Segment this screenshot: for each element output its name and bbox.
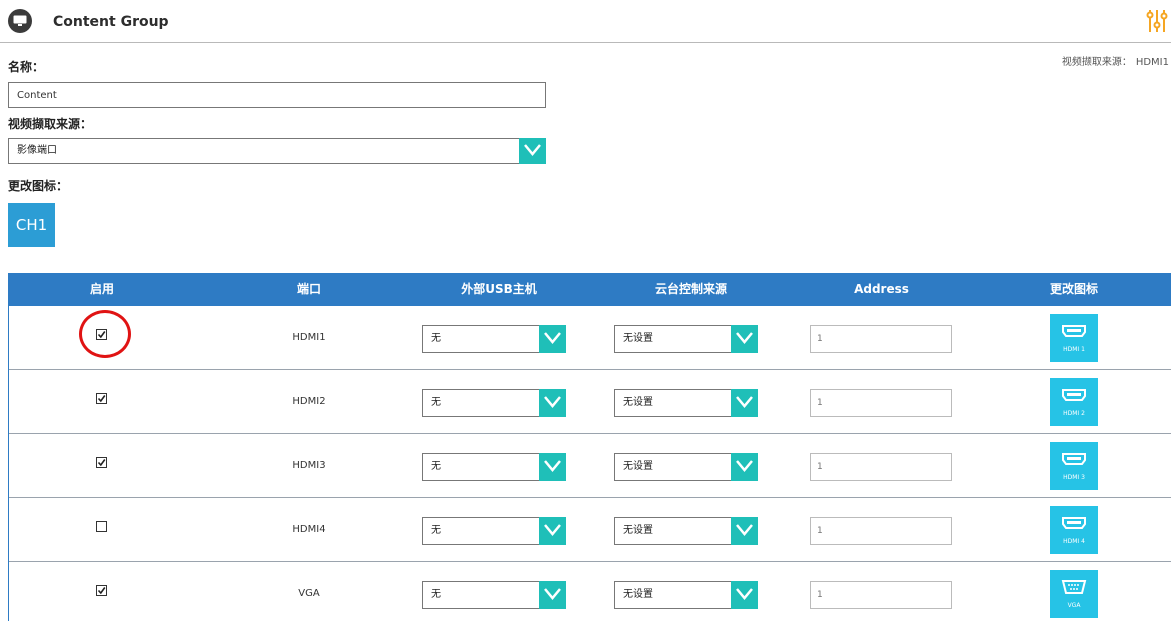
ptz-source-value: 无设置 <box>623 525 653 536</box>
ptz-source-select[interactable]: 无设置 <box>614 453 758 481</box>
port-icon-label: HDMI 4 <box>1063 538 1085 545</box>
ptz-source-select[interactable]: 无设置 <box>614 581 758 609</box>
channel-icon-button[interactable]: CH1 <box>8 203 55 247</box>
port-icon-button[interactable]: HDMI 4 <box>1050 506 1098 554</box>
usb-host-value: 无 <box>431 589 441 600</box>
usb-host-value: 无 <box>431 397 441 408</box>
chevron-down-icon[interactable] <box>731 389 758 417</box>
usb-host-value: 无 <box>431 525 441 536</box>
table-row: VGA 无 无设置 VGA <box>9 562 1171 621</box>
port-icon-label: HDMI 3 <box>1063 474 1085 481</box>
video-source-label: 视频撷取来源： <box>8 117 93 131</box>
ptz-source-value: 无设置 <box>623 461 653 472</box>
table-header: 启用 端口 外部USB主机 云台控制来源 Address 更改图标 <box>9 273 1171 306</box>
chevron-down-icon[interactable] <box>731 325 758 353</box>
monitor-icon <box>8 9 32 33</box>
chevron-down-icon[interactable] <box>539 453 566 481</box>
video-source-info-label: 视频撷取来源： <box>1061 57 1132 68</box>
chevron-down-icon[interactable] <box>539 389 566 417</box>
chevron-down-icon[interactable] <box>519 138 546 164</box>
video-source-info-value: HDMI1 <box>1135 57 1169 68</box>
ptz-source-select[interactable]: 无设置 <box>614 325 758 353</box>
video-source-value: 影像端口 <box>17 145 57 156</box>
enable-checkbox[interactable] <box>96 521 107 532</box>
table-body: HDMI1 无 无设置 HDMI 1 HDMI2 无 无 <box>9 306 1171 621</box>
video-source-select[interactable]: 影像端口 <box>8 138 546 164</box>
usb-host-value: 无 <box>431 461 441 472</box>
port-table: 启用 端口 外部USB主机 云台控制来源 Address 更改图标 HDMI1 … <box>8 273 1171 621</box>
port-name: HDMI2 <box>292 396 326 407</box>
address-input[interactable] <box>810 389 952 417</box>
address-input[interactable] <box>810 325 952 353</box>
port-name: HDMI3 <box>292 460 326 471</box>
ptz-source-value: 无设置 <box>623 397 653 408</box>
usb-host-select[interactable]: 无 <box>422 453 566 481</box>
table-row: HDMI4 无 无设置 HDMI 4 <box>9 498 1171 562</box>
address-input[interactable] <box>810 517 952 545</box>
enable-checkbox[interactable] <box>96 585 107 596</box>
sliders-icon[interactable] <box>1146 8 1168 34</box>
change-icon-label: 更改图标： <box>8 179 69 193</box>
chevron-down-icon[interactable] <box>539 517 566 545</box>
column-header-enable: 启用 <box>89 282 114 296</box>
ptz-source-value: 无设置 <box>623 333 653 344</box>
name-label: 名称： <box>8 60 45 74</box>
table-row: HDMI1 无 无设置 HDMI 1 <box>9 306 1171 370</box>
highlight-circle <box>79 310 131 358</box>
enable-checkbox[interactable] <box>96 457 107 468</box>
port-icon-button[interactable]: HDMI 2 <box>1050 378 1098 426</box>
port-icon-label: HDMI 1 <box>1063 346 1085 353</box>
port-icon-button[interactable]: HDMI 1 <box>1050 314 1098 362</box>
column-header-ptz-source: 云台控制来源 <box>654 282 727 296</box>
chevron-down-icon[interactable] <box>731 581 758 609</box>
app-header: Content Group <box>0 0 1171 43</box>
usb-host-value: 无 <box>431 333 441 344</box>
column-header-usb-host: 外部USB主机 <box>461 282 537 296</box>
usb-host-select[interactable]: 无 <box>422 517 566 545</box>
usb-host-select[interactable]: 无 <box>422 325 566 353</box>
column-header-port: 端口 <box>296 282 321 296</box>
address-input[interactable] <box>810 581 952 609</box>
port-icon-button[interactable]: HDMI 3 <box>1050 442 1098 490</box>
ptz-source-select[interactable]: 无设置 <box>614 389 758 417</box>
name-input[interactable] <box>8 82 546 108</box>
port-name: HDMI4 <box>292 524 326 535</box>
port-icon-label: VGA <box>1067 602 1081 609</box>
enable-checkbox[interactable] <box>96 393 107 404</box>
ptz-source-select[interactable]: 无设置 <box>614 517 758 545</box>
column-header-change-icon: 更改图标 <box>1049 282 1098 296</box>
table-row: HDMI3 无 无设置 HDMI 3 <box>9 434 1171 498</box>
port-name: HDMI1 <box>292 332 326 343</box>
address-input[interactable] <box>810 453 952 481</box>
chevron-down-icon[interactable] <box>731 517 758 545</box>
port-icon-button[interactable]: VGA <box>1050 570 1098 618</box>
chevron-down-icon[interactable] <box>539 581 566 609</box>
column-header-address: Address <box>854 282 909 296</box>
video-source-info: 视频撷取来源： HDMI1 <box>1058 53 1169 68</box>
ptz-source-value: 无设置 <box>623 589 653 600</box>
usb-host-select[interactable]: 无 <box>422 389 566 417</box>
port-icon-label: HDMI 2 <box>1063 410 1085 417</box>
chevron-down-icon[interactable] <box>731 453 758 481</box>
port-name: VGA <box>298 588 320 599</box>
page-title: Content Group <box>53 14 169 30</box>
usb-host-select[interactable]: 无 <box>422 581 566 609</box>
table-row: HDMI2 无 无设置 HDMI 2 <box>9 370 1171 434</box>
chevron-down-icon[interactable] <box>539 325 566 353</box>
